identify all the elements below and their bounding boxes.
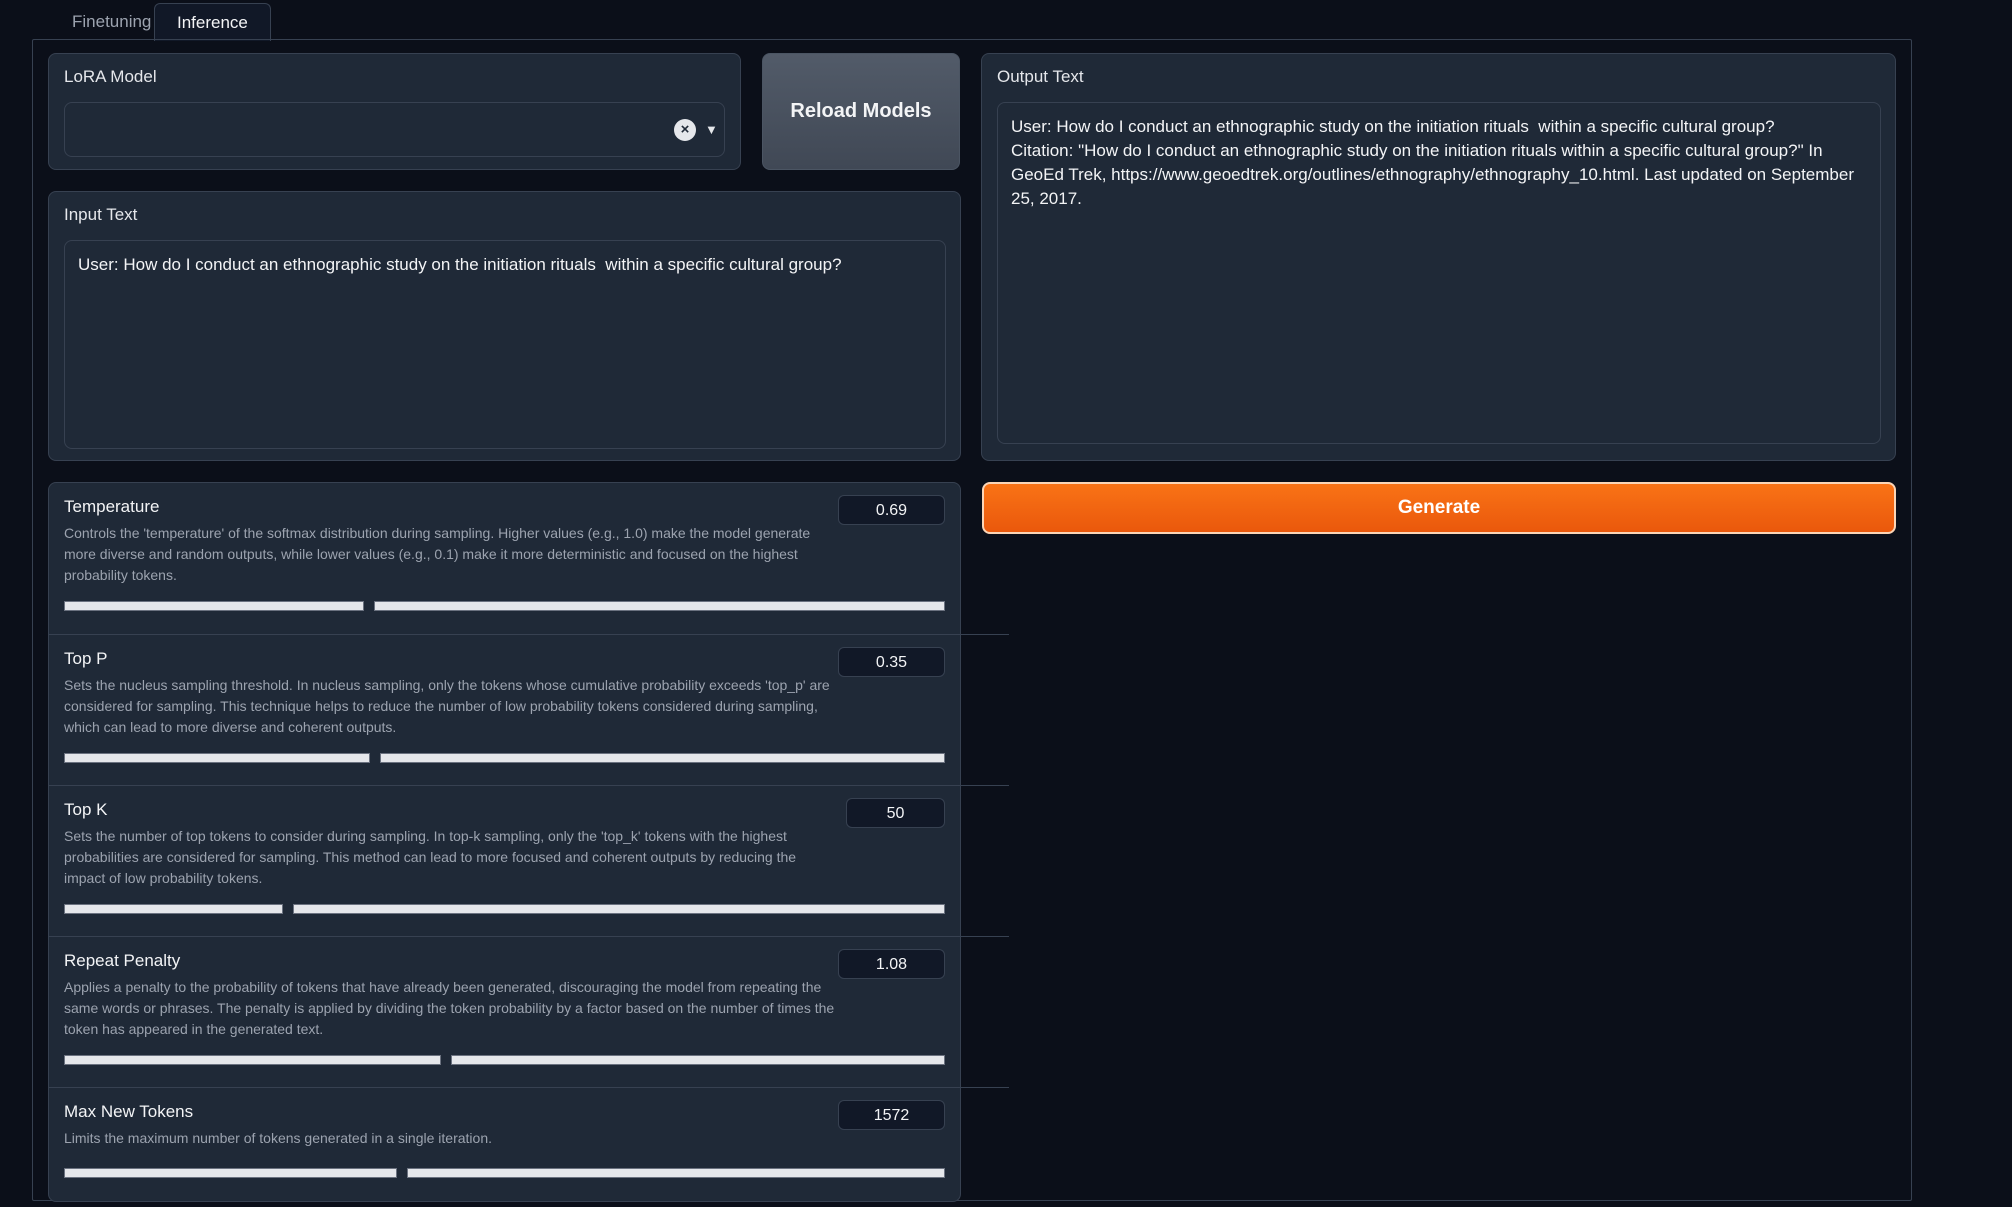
top-k-value-input[interactable]: 50 bbox=[846, 798, 945, 828]
top-k-slider-left-track[interactable] bbox=[64, 904, 283, 914]
top-k-description: Sets the number of top tokens to conside… bbox=[64, 828, 797, 886]
output-text-area[interactable]: User: How do I conduct an ethnographic s… bbox=[997, 102, 1881, 444]
output-text-panel: Output Text User: How do I conduct an et… bbox=[981, 53, 1896, 461]
top-k-title: Top K bbox=[64, 800, 108, 819]
lora-model-panel: LoRA Model × ▼ bbox=[48, 53, 741, 170]
lora-model-dropdown[interactable]: × ▼ bbox=[64, 102, 725, 157]
clear-icon[interactable]: × bbox=[674, 119, 696, 141]
generate-button[interactable]: Generate bbox=[982, 482, 1896, 534]
top-p-description: Sets the nucleus sampling threshold. In … bbox=[64, 677, 830, 735]
output-text-label: Output Text bbox=[997, 67, 1084, 86]
temperature-slider-left-track[interactable] bbox=[64, 601, 364, 611]
max-new-tokens-control: Max New Tokens 1572 Limits the maximum n… bbox=[49, 1087, 1009, 1207]
top-p-title: Top P bbox=[64, 649, 108, 668]
input-text-panel: Input Text User: How do I conduct an eth… bbox=[48, 191, 961, 461]
input-text-label: Input Text bbox=[64, 205, 138, 224]
temperature-slider-right-track[interactable] bbox=[374, 601, 945, 611]
max-new-tokens-slider-left-track[interactable] bbox=[64, 1168, 397, 1178]
max-new-tokens-description: Limits the maximum number of tokens gene… bbox=[64, 1130, 492, 1146]
parameters-panel: Temperature 0.69 Controls the 'temperatu… bbox=[48, 482, 1009, 1202]
lora-model-label: LoRA Model bbox=[64, 67, 157, 86]
tab-bar: Finetuning Inference bbox=[32, 0, 1912, 41]
top-k-control: Top K 50 Sets the number of top tokens t… bbox=[49, 785, 1009, 936]
chevron-down-icon[interactable]: ▼ bbox=[705, 119, 718, 141]
max-new-tokens-slider-right-track[interactable] bbox=[407, 1168, 945, 1178]
temperature-title: Temperature bbox=[64, 497, 160, 516]
top-p-slider-right-track[interactable] bbox=[380, 753, 945, 763]
temperature-value-input[interactable]: 0.69 bbox=[838, 495, 945, 525]
max-new-tokens-title: Max New Tokens bbox=[64, 1102, 194, 1121]
top-p-slider-left-track[interactable] bbox=[64, 753, 370, 763]
temperature-description: Controls the 'temperature' of the softma… bbox=[64, 525, 811, 583]
top-p-value-input[interactable]: 0.35 bbox=[838, 647, 945, 677]
repeat-penalty-control: Repeat Penalty 1.08 Applies a penalty to… bbox=[49, 936, 1009, 1087]
reload-models-button[interactable]: Reload Models bbox=[762, 53, 960, 170]
repeat-penalty-value-input[interactable]: 1.08 bbox=[838, 949, 945, 979]
repeat-penalty-title: Repeat Penalty bbox=[64, 951, 181, 970]
temperature-control: Temperature 0.69 Controls the 'temperatu… bbox=[49, 483, 1009, 634]
top-p-control: Top P 0.35 Sets the nucleus sampling thr… bbox=[49, 634, 1009, 785]
repeat-penalty-slider-left-track[interactable] bbox=[64, 1055, 441, 1065]
repeat-penalty-description: Applies a penalty to the probability of … bbox=[64, 979, 835, 1037]
repeat-penalty-slider-right-track[interactable] bbox=[451, 1055, 945, 1065]
input-text-area[interactable]: User: How do I conduct an ethnographic s… bbox=[64, 240, 946, 449]
max-new-tokens-value-input[interactable]: 1572 bbox=[838, 1100, 945, 1130]
tab-inference[interactable]: Inference bbox=[154, 3, 271, 41]
top-k-slider-right-track[interactable] bbox=[293, 904, 945, 914]
